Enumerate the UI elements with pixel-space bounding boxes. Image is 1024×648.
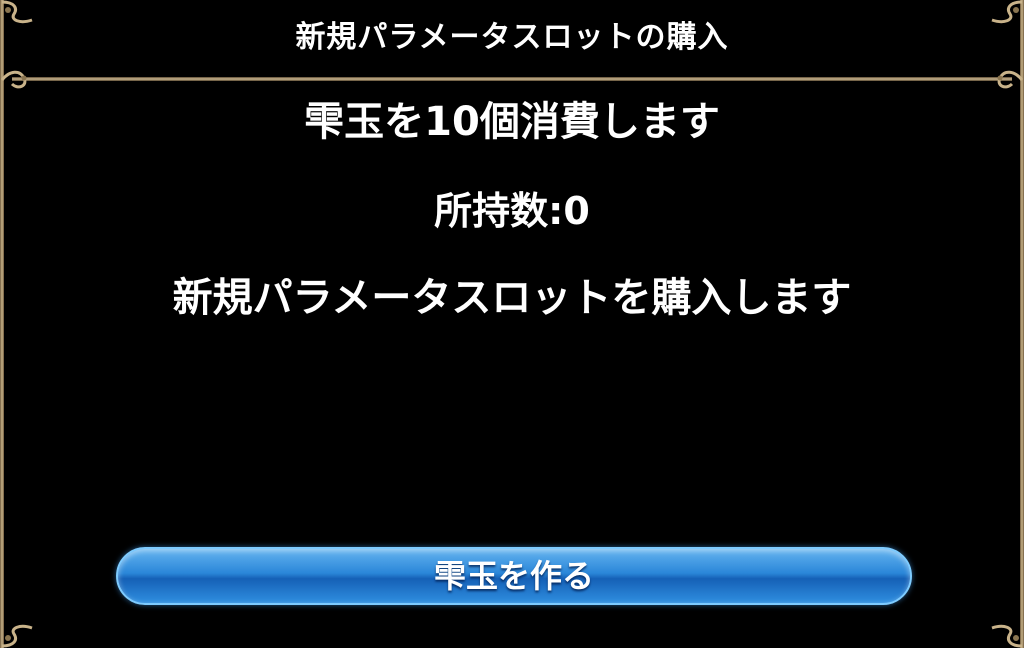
frame-ornament-icon <box>0 66 34 94</box>
make-shizukudama-button[interactable]: 雫玉を作る <box>116 547 912 605</box>
purchase-dialog: 新規パラメータスロットの購入 雫玉を10個消費します 所持数:0 新規パラメータ… <box>0 0 1024 648</box>
owned-count: 所持数:0 <box>434 189 590 233</box>
title-divider <box>12 77 1012 81</box>
make-button-label: 雫玉を作る <box>433 557 594 595</box>
frame-ornament-icon <box>990 0 1024 28</box>
frame-ornament-icon <box>0 620 34 648</box>
purchase-message: 新規パラメータスロットを購入します <box>172 275 852 321</box>
frame-ornament-icon <box>0 0 34 28</box>
dialog-title-bar: 新規パラメータスロットの購入 <box>0 0 1024 78</box>
frame-ornament-icon <box>990 66 1024 94</box>
cost-message: 雫玉を10個消費します <box>304 99 720 145</box>
frame-ornament-icon <box>990 620 1024 648</box>
dialog-title: 新規パラメータスロットの購入 <box>295 20 729 55</box>
